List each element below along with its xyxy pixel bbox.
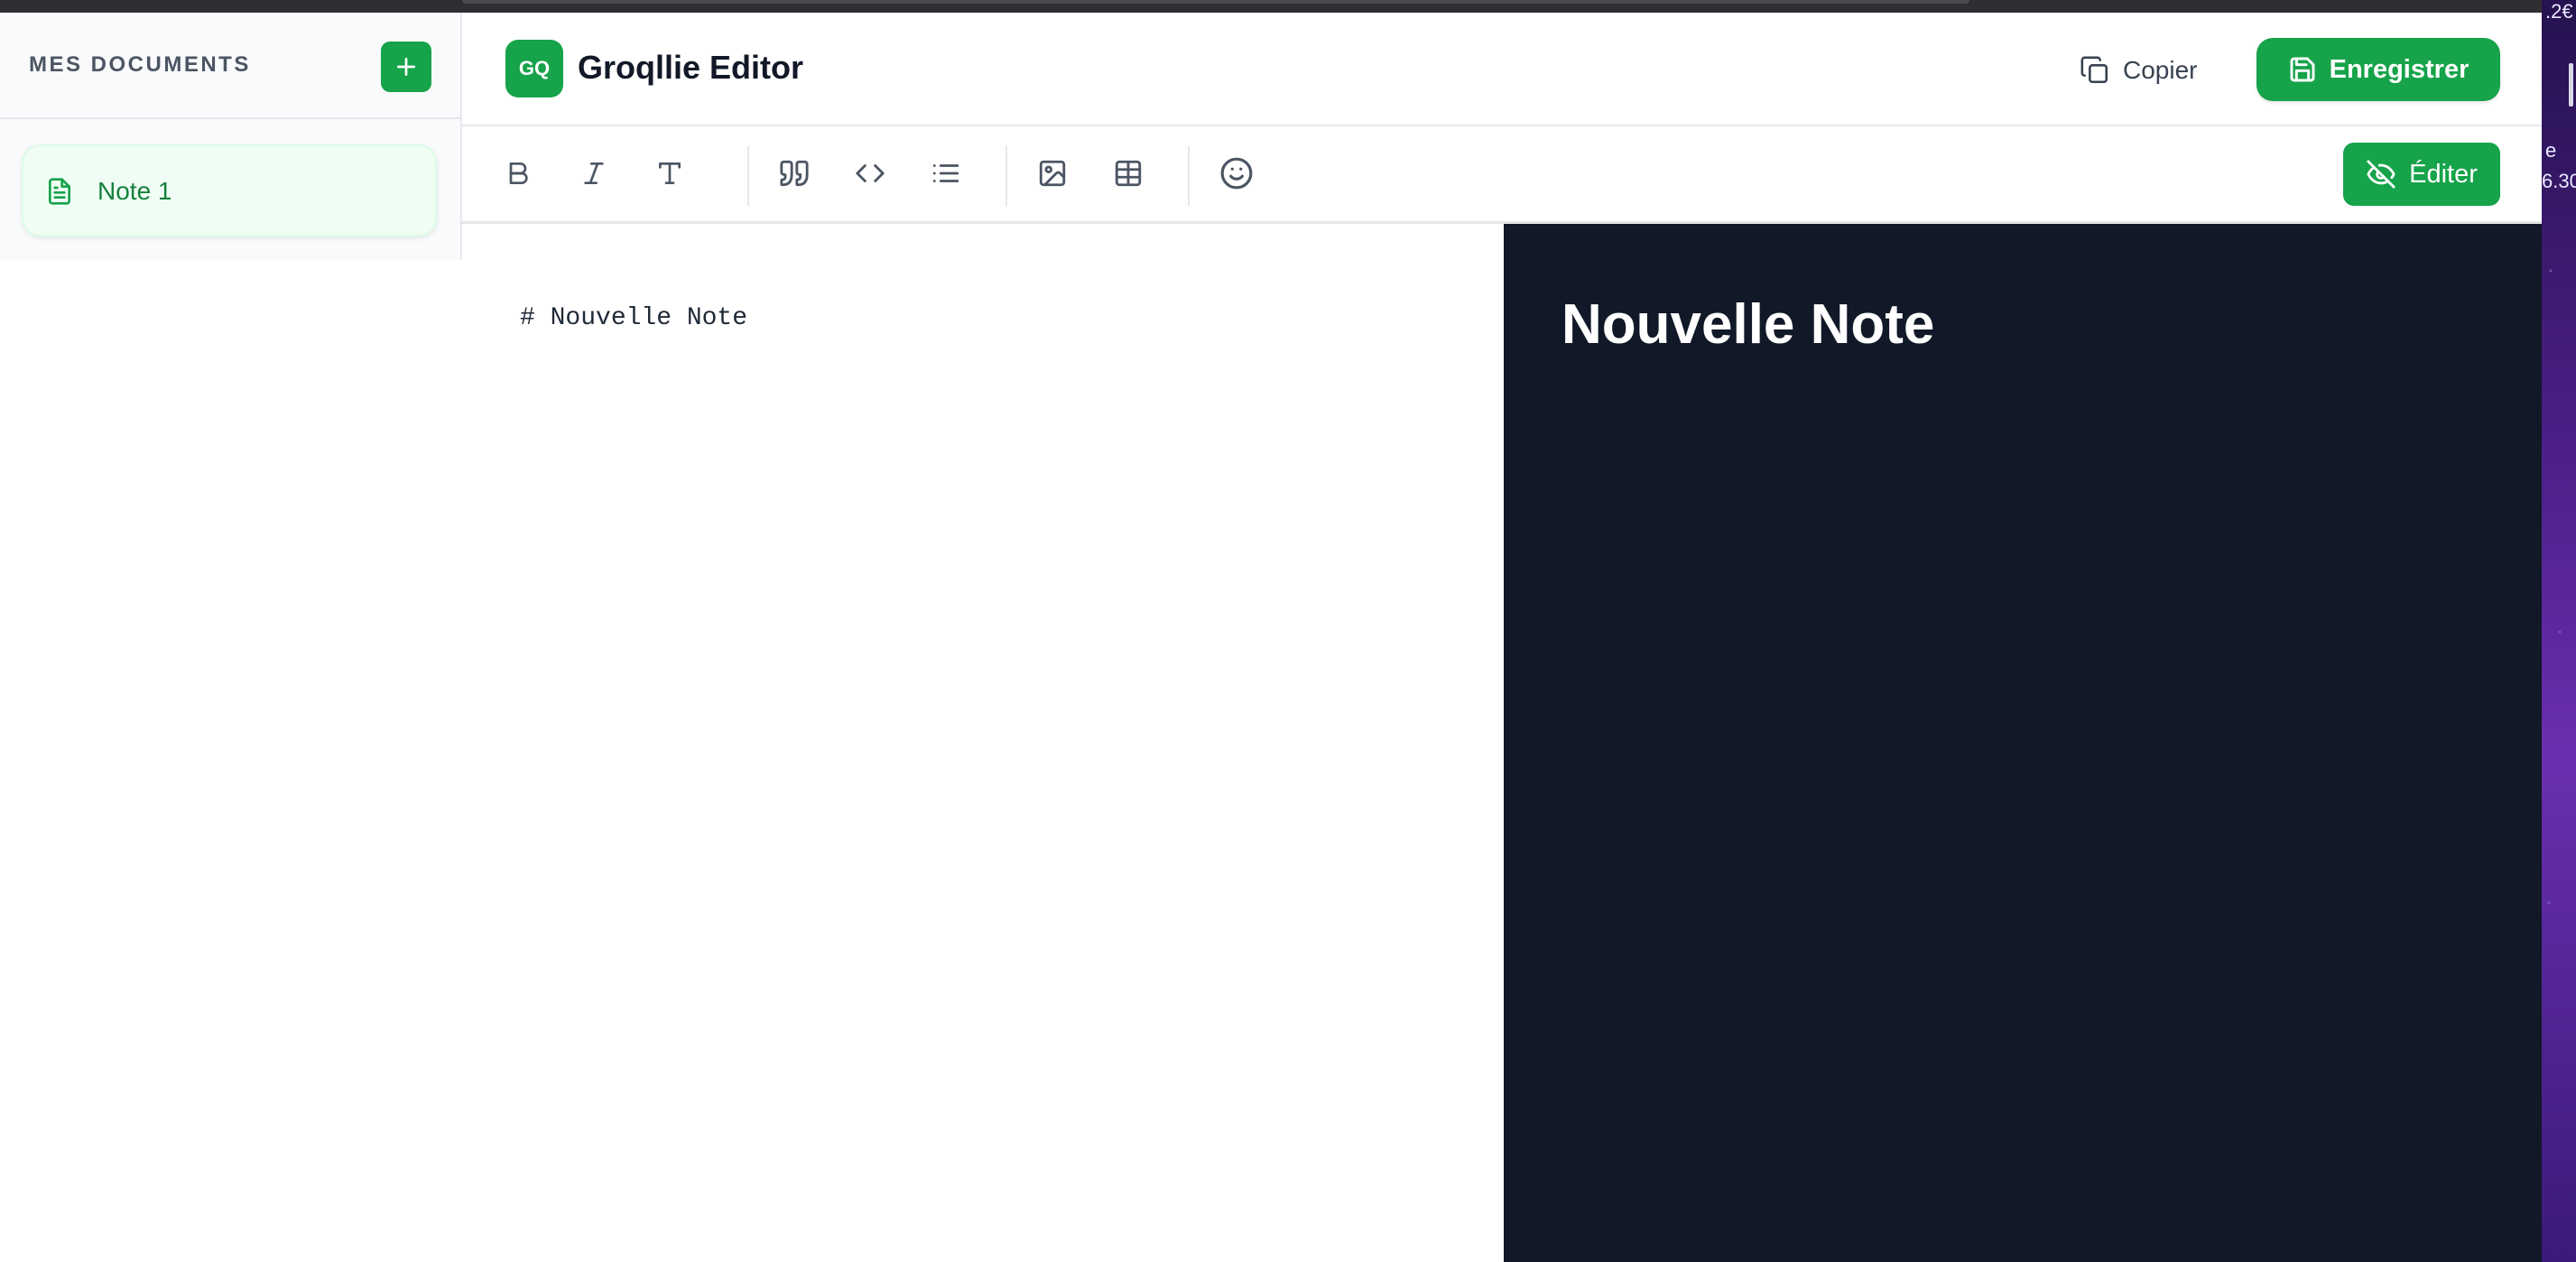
browser-top-bar [462, 0, 1969, 4]
document-label: Note 1 [97, 177, 172, 205]
app-title: Groqllie Editor [578, 49, 804, 86]
emoji-button[interactable] [1217, 153, 1256, 193]
toolbar-divider [1188, 146, 1190, 206]
italic-icon [584, 162, 604, 184]
desktop-background: .2€ e 6.30 [2542, 0, 2576, 1262]
list-button[interactable] [926, 153, 966, 193]
copy-label: Copier [2123, 56, 2198, 84]
image-button[interactable] [1033, 153, 1072, 193]
sidebar-empty-area [0, 260, 462, 1262]
save-button[interactable]: Enregistrer [2256, 38, 2500, 101]
table-button[interactable] [1108, 153, 1148, 193]
desktop-text: .2€ [2545, 0, 2573, 23]
sidebar-header: MES DOCUMENTS [0, 13, 460, 119]
copy-icon [2080, 56, 2108, 84]
quote-icon [780, 160, 809, 187]
preview-heading: Nouvelle Note [1561, 293, 1935, 356]
markdown-preview: Nouvelle Note [1504, 224, 2542, 1262]
save-icon [2290, 57, 2315, 82]
copy-button[interactable]: Copier [2080, 51, 2197, 90]
toolbar-divider [1005, 146, 1007, 206]
heading-button[interactable] [650, 153, 690, 193]
table-icon [1115, 160, 1142, 187]
bold-button[interactable] [498, 153, 538, 193]
toggle-edit-button[interactable]: Éditer [2343, 143, 2500, 206]
formatting-toolbar: Éditer [462, 126, 2542, 224]
markdown-editor[interactable]: # Nouvelle Note [462, 224, 1504, 1262]
add-document-button[interactable] [381, 42, 431, 92]
type-icon [659, 162, 681, 184]
plus-icon [396, 57, 416, 77]
code-button[interactable] [850, 153, 890, 193]
desktop-text: e [2545, 139, 2557, 162]
quote-button[interactable] [774, 153, 814, 193]
save-label: Enregistrer [2329, 54, 2469, 84]
app-logo: GQ [505, 40, 563, 97]
bold-icon [509, 162, 528, 184]
browser-top-strip [0, 0, 2542, 13]
edit-label: Éditer [2409, 159, 2478, 189]
desktop-scroll-marker [2569, 63, 2573, 107]
document-item[interactable]: Note 1 [22, 144, 437, 237]
file-text-icon [49, 178, 70, 205]
desktop-text: 6.30 [2542, 170, 2576, 192]
list-icon [932, 164, 959, 182]
code-icon [856, 164, 885, 182]
sidebar-title: MES DOCUMENTS [29, 52, 251, 77]
header: GQ Groqllie Editor Copier Enregistrer [462, 13, 2542, 126]
eye-off-icon [2367, 160, 2395, 189]
app-window: MES DOCUMENTS Note 1 GQ Groqllie Editor [0, 13, 2542, 1262]
italic-button[interactable] [574, 153, 614, 193]
image-icon [1039, 160, 1066, 187]
toolbar-divider [747, 146, 749, 206]
smile-icon [1220, 157, 1253, 190]
sidebar: MES DOCUMENTS Note 1 [0, 13, 462, 260]
